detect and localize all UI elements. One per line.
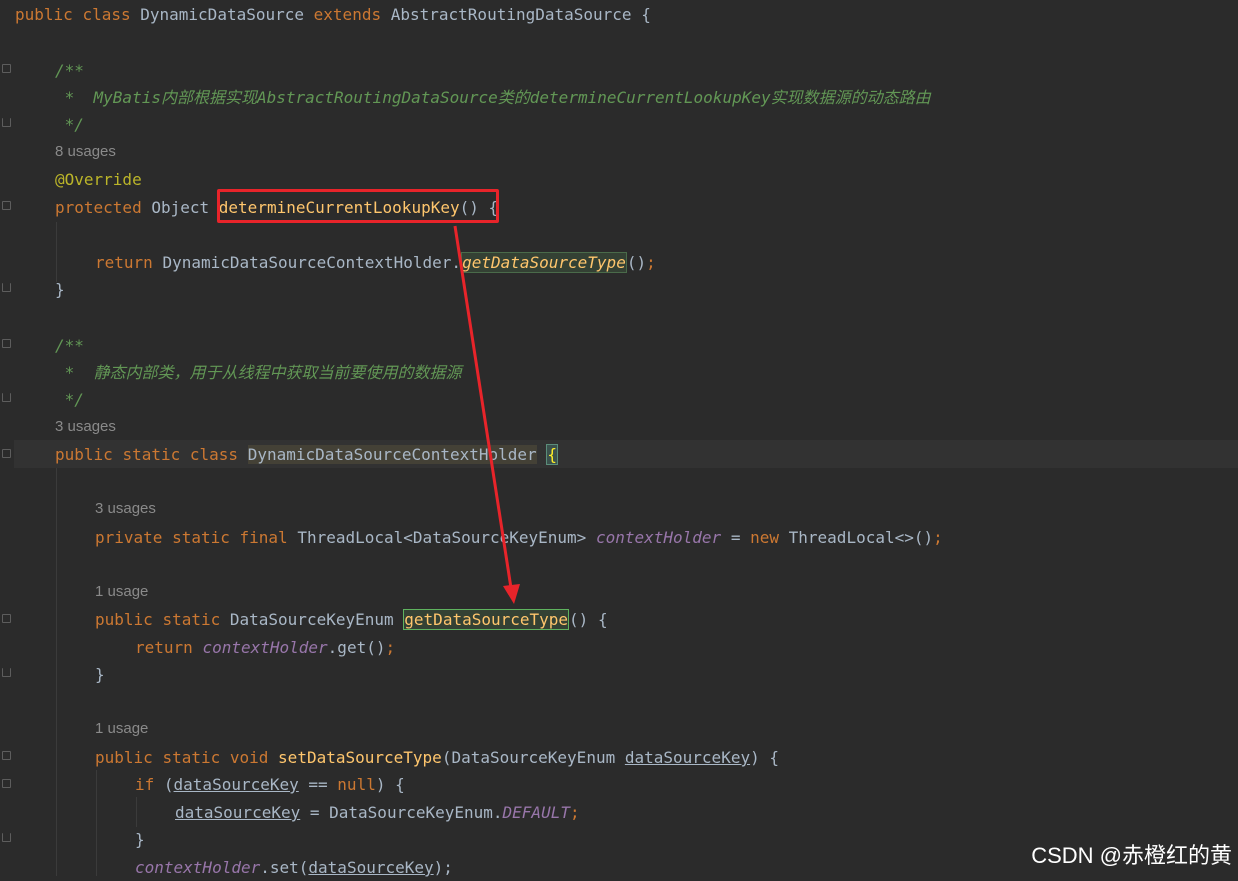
arrow-shaft [453,225,513,589]
watermark: CSDN @赤橙红的黄 [1031,843,1232,868]
red-arrow-annotation [453,225,520,604]
arrow-head [503,584,520,604]
